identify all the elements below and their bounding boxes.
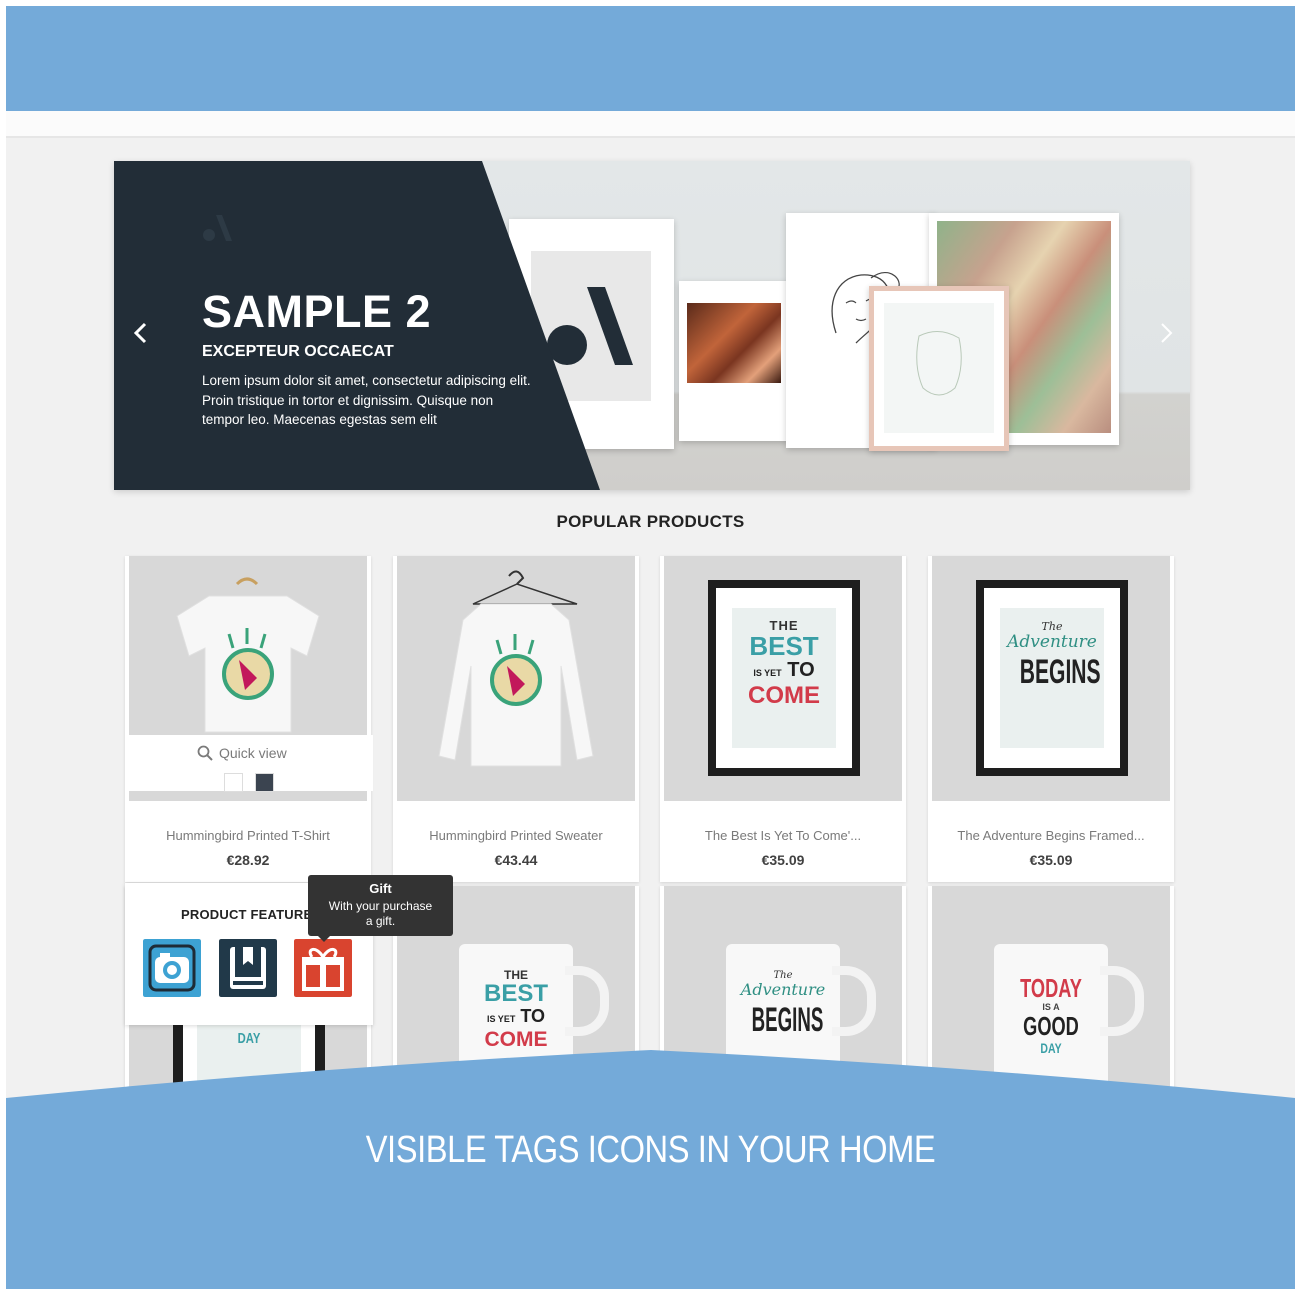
tooltip-title: Gift (369, 881, 392, 896)
product-image-sweater[interactable] (397, 556, 635, 801)
gift-icon[interactable] (294, 939, 352, 997)
poster-text-day: DAY (237, 1030, 261, 1047)
book-icon[interactable] (219, 939, 277, 997)
quick-view-panel: Quick view (125, 735, 373, 792)
mug-text-begins: BEGINS (751, 1001, 824, 1039)
mug-text-is-yet: IS YET (486, 1014, 516, 1024)
mug-text-to: TO (520, 1006, 546, 1026)
product-image-best-poster[interactable]: THE BEST IS YET TO COME (664, 556, 902, 801)
section-title: POPULAR PRODUCTS (556, 512, 745, 531)
poster-text-come: COME (748, 682, 820, 709)
poster-text-to: TO (787, 659, 815, 681)
header-strip (6, 111, 1295, 138)
quick-view-label: Quick view (219, 745, 287, 761)
promo-frame: SAMPLE 2 EXCEPTEUR OCCAECAT Lorem ipsum … (6, 6, 1295, 1289)
tooltip-arrow (318, 936, 330, 942)
product-card-tshirt[interactable]: Hummingbird Printed T-Shirt €28.92 (125, 556, 371, 882)
mug-text-best: BEST (483, 980, 548, 1007)
product-name[interactable]: The Adventure Begins Framed... (928, 828, 1174, 843)
product-name[interactable]: Hummingbird Printed T-Shirt (125, 828, 371, 843)
banner-headline: VISIBLE TAGS ICONS IN YOUR HOME (365, 1129, 936, 1171)
slide-subtitle: EXCEPTEUR OCCAECAT (202, 343, 394, 360)
features-title: PRODUCT FEATURES (181, 907, 322, 922)
product-card-sweater[interactable]: Hummingbird Printed Sweater €43.44 (393, 556, 639, 882)
camera-icon[interactable] (143, 939, 201, 997)
product-name[interactable]: The Best Is Yet To Come'... (660, 828, 906, 843)
chevron-left-icon[interactable] (130, 319, 152, 347)
search-icon (197, 745, 213, 761)
poster-text-begins: BEGINS (1019, 653, 1101, 691)
product-card-adventure-poster[interactable]: The Adventure BEGINS The Adventure Begin… (928, 556, 1174, 882)
slide-description: Lorem ipsum dolor sit amet, consectetur … (202, 373, 531, 427)
product-price: €28.92 (226, 852, 270, 868)
product-image-adventure-poster[interactable]: The Adventure BEGINS (932, 556, 1170, 801)
product-price: €35.09 (1029, 852, 1073, 868)
slide-title: SAMPLE 2 (202, 286, 432, 337)
mug-text-today: TODAY (1020, 973, 1082, 1003)
top-banner (6, 6, 1295, 111)
gift-tooltip: Gift With your purchase a gift. (308, 875, 453, 942)
product-card-best-poster[interactable]: THE BEST IS YET TO COME The Best Is Yet … (660, 556, 906, 882)
product-name[interactable]: Hummingbird Printed Sweater (393, 828, 639, 843)
product-price: €43.44 (494, 852, 538, 868)
color-swatch-white[interactable] (224, 773, 243, 792)
product-price: €35.09 (761, 852, 805, 868)
mug-text-good: GOOD (1023, 1011, 1079, 1041)
poster-text-is-yet: IS YET (753, 668, 782, 678)
color-swatch-dark[interactable] (255, 773, 274, 792)
tooltip-text: With your purchase a gift. (328, 899, 433, 928)
poster-text-adventure: Adventure (1007, 632, 1097, 652)
chevron-right-icon[interactable] (1155, 319, 1177, 347)
brand-logo-icon (203, 215, 232, 241)
quick-view-button[interactable]: Quick view (197, 745, 287, 761)
image-slider[interactable]: SAMPLE 2 EXCEPTEUR OCCAECAT Lorem ipsum … (114, 161, 1190, 490)
mug-text-adventure: Adventure (740, 980, 826, 999)
poster-text-best: BEST (749, 631, 819, 661)
